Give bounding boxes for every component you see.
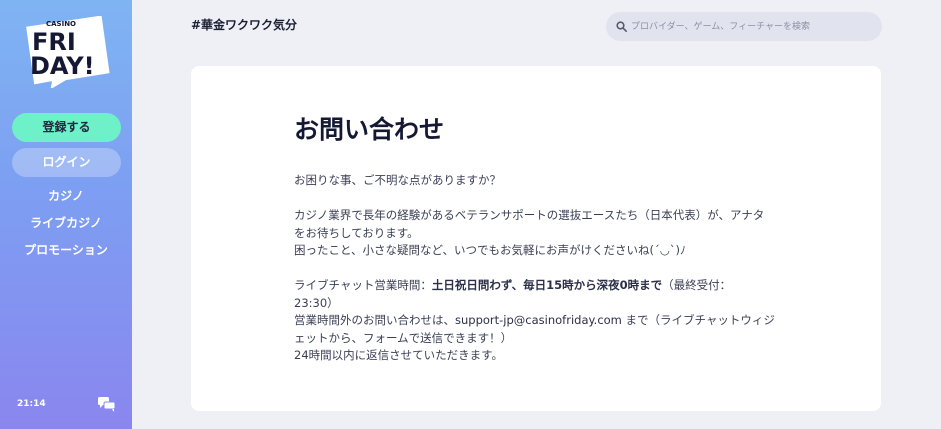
sidebar-item-casino[interactable]: カジノ xyxy=(0,186,132,213)
sidebar-nav: カジノ ライブカジノ プロモーション xyxy=(0,186,132,267)
support-text-line3: 困ったこと、小さな疑問など、いつでもお気軽にお声がけくださいね(´◡`)ﾉ xyxy=(294,243,686,257)
hours-bold: 土日祝日問わず、毎日15時から深夜0時まで xyxy=(431,278,663,292)
sidebar-item-promotions[interactable]: プロモーション xyxy=(0,240,132,267)
sidebar-item-live-casino[interactable]: ライブカジノ xyxy=(0,213,132,240)
support-email-link[interactable]: support-jp@casinofriday.com xyxy=(455,313,622,327)
page-title: お問い合わせ xyxy=(294,115,445,144)
register-button[interactable]: 登録する xyxy=(12,113,121,142)
casino-friday-logo[interactable]: CASINO FRI DAY! xyxy=(24,16,110,88)
contact-content: お困りな事、ご不明な点がありますか？ カジノ業界で長年の経験があるベテランサポー… xyxy=(294,172,784,365)
hours-line: ライブチャット営業時間：土日祝日問わず、毎日15時から深夜0時まで（最終受付： xyxy=(294,277,784,295)
intro-text: お困りな事、ご不明な点がありますか？ xyxy=(294,173,501,187)
header-tagline: #華金ワクワク気分 xyxy=(191,18,298,32)
clock: 21:14 xyxy=(17,399,46,409)
offhours-prefix: 営業時間外のお問い合わせは、 xyxy=(294,313,455,327)
chat-bubbles-icon[interactable] xyxy=(98,397,116,412)
support-text-line2: をお待ちしております。 xyxy=(294,225,419,240)
offhours-line: 営業時間外のお問い合わせは、support-jp@casinofriday.co… xyxy=(294,312,784,330)
logo-line2: DAY! xyxy=(30,52,95,80)
search-input[interactable] xyxy=(631,12,871,41)
hours-suffix: （最終受付： xyxy=(662,278,732,292)
search-bar[interactable] xyxy=(606,12,882,41)
search-icon xyxy=(616,21,627,32)
hours-prefix: ライブチャット営業時間： xyxy=(294,278,432,292)
offhours-line2: ェットから、フォームで送信できます！） xyxy=(294,330,513,345)
sidebar: CASINO FRI DAY! 登録する ログイン カジノ ライブカジノ プロモ… xyxy=(0,0,132,429)
contact-card: お問い合わせ お困りな事、ご不明な点がありますか？ カジノ業界で長年の経験がある… xyxy=(191,66,881,411)
reply-note: 24時間以内に返信させていただきます。 xyxy=(294,348,503,362)
logo-small-text: CASINO xyxy=(46,20,76,28)
offhours-suffix: まで（ライブチャットウィジ xyxy=(625,313,775,327)
hours-line2: 23:30） xyxy=(294,295,339,310)
login-button[interactable]: ログイン xyxy=(12,148,121,177)
support-text-line1: カジノ業界で長年の経験があるベテランサポートの選抜エースたち（日本代表）が、アナ… xyxy=(294,208,765,222)
